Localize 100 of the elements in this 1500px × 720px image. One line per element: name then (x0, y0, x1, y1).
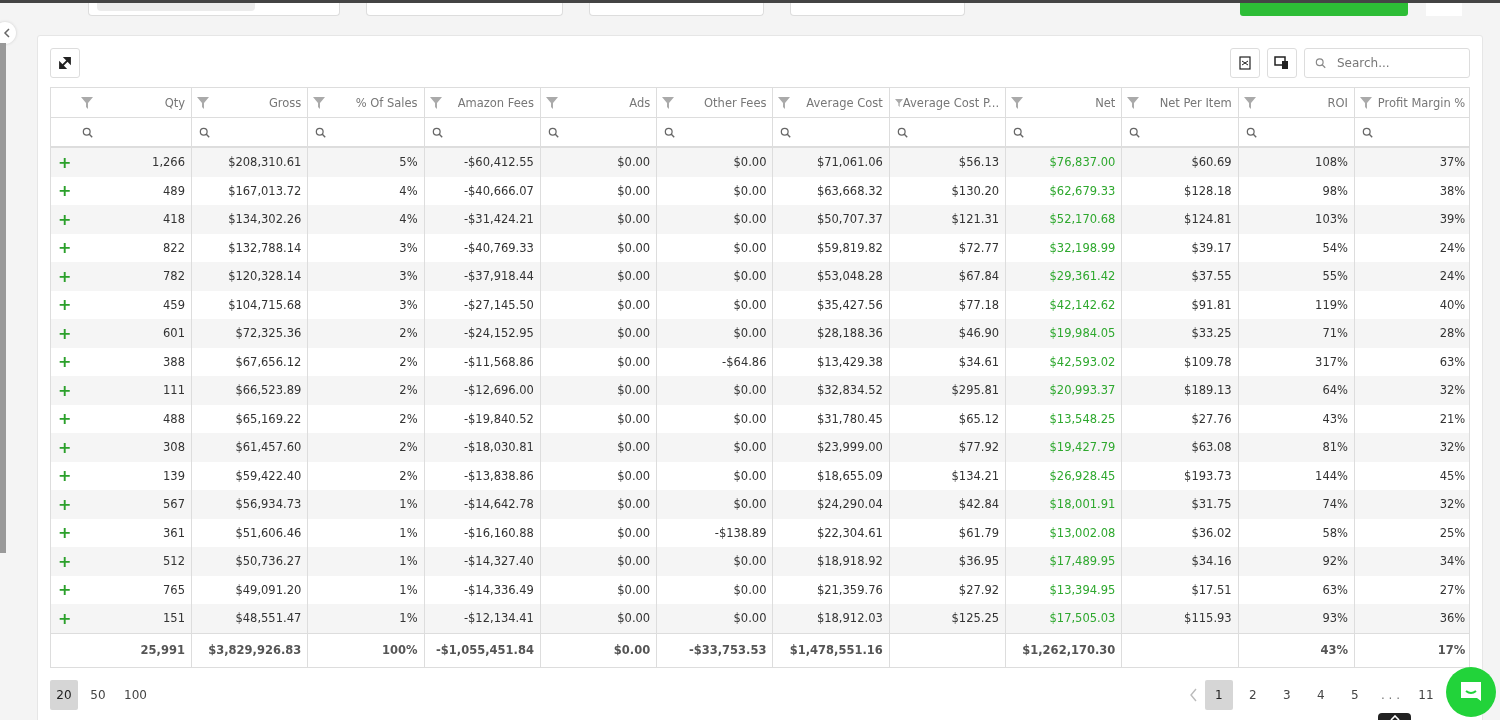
page-button[interactable]: 1 (1204, 679, 1233, 710)
search-icon[interactable] (199, 126, 210, 138)
search-icon[interactable] (1129, 126, 1141, 138)
table-cell: $50,707.37 (816, 212, 883, 227)
filter-icon[interactable] (313, 96, 326, 109)
table-cell: $130.20 (951, 183, 1000, 198)
expand-row-button[interactable]: + (58, 209, 72, 229)
columns-button[interactable] (1267, 48, 1297, 78)
column-header[interactable]: Gross (268, 95, 302, 110)
expand-row-button[interactable]: + (58, 494, 72, 514)
table-cell: 98% (1322, 183, 1348, 198)
total-cell: $1,262,170.30 (1022, 643, 1116, 657)
input-field[interactable] (790, 3, 965, 16)
search-icon[interactable] (1245, 126, 1257, 138)
filter-icon[interactable] (545, 96, 558, 109)
filter-icon[interactable] (1011, 96, 1024, 109)
table-cell: $20,993.37 (1049, 383, 1116, 398)
expand-row-button[interactable]: + (58, 380, 72, 400)
export-button[interactable] (1230, 48, 1260, 78)
page-button[interactable]: 4 (1306, 679, 1335, 710)
expand-row-button[interactable]: + (58, 352, 72, 372)
column-header[interactable]: Average Cost P... (902, 95, 1000, 110)
table-cell: $35,427.56 (816, 297, 883, 312)
filter-icon[interactable] (1359, 96, 1372, 109)
search-icon[interactable] (547, 126, 559, 138)
page-button[interactable]: 11 (1412, 679, 1440, 710)
filter-icon[interactable] (197, 96, 209, 109)
expand-row-button[interactable]: + (58, 409, 72, 429)
input-field[interactable] (88, 3, 340, 16)
expand-row-button[interactable]: + (58, 152, 72, 172)
page-size-button[interactable]: 20 (50, 679, 78, 710)
table-cell: 32% (1439, 440, 1466, 455)
expand-row-button[interactable]: + (58, 466, 72, 486)
filter-icon[interactable] (894, 96, 903, 109)
column-header[interactable]: Profit Margin % (1377, 95, 1466, 110)
column-header[interactable]: Ads (629, 95, 651, 110)
table-cell: 119% (1315, 297, 1348, 312)
filter-icon[interactable] (662, 96, 675, 109)
page-size-button[interactable]: 50 (84, 679, 112, 710)
column-header[interactable]: Net Per Item (1159, 95, 1232, 110)
table-cell: $72,325.36 (235, 326, 302, 341)
expand-row-button[interactable]: + (58, 295, 72, 315)
expand-row-button[interactable]: + (58, 323, 72, 343)
table-cell: 38% (1439, 183, 1466, 198)
expand-row-button[interactable]: + (58, 238, 72, 258)
column-header[interactable]: ROI (1327, 95, 1348, 110)
table-cell: $53,048.28 (816, 269, 883, 284)
table-cell: $0.00 (617, 411, 651, 426)
filter-icon[interactable] (778, 96, 791, 109)
input-field[interactable] (589, 3, 764, 16)
expand-row-button[interactable]: + (58, 181, 72, 201)
table-cell: $21,359.76 (816, 582, 883, 597)
expand-row-button[interactable]: + (58, 266, 72, 286)
filter-icon[interactable] (429, 96, 442, 109)
page-button[interactable]: 3 (1272, 679, 1301, 710)
table-cell: $77.92 (958, 440, 1000, 455)
search-icon[interactable] (315, 126, 327, 138)
total-cell: $3,829,926.83 (208, 643, 302, 657)
table-cell: $0.00 (733, 240, 767, 255)
page-button[interactable]: 5 (1340, 679, 1369, 710)
table-cell: $124.81 (1184, 212, 1232, 227)
search-field[interactable]: Search... (1304, 48, 1470, 78)
filter-icon[interactable] (1243, 96, 1256, 109)
search-icon[interactable] (1361, 126, 1373, 138)
table-cell: $76,837.00 (1049, 155, 1116, 170)
collapse-button[interactable] (0, 22, 16, 44)
expand-row-button[interactable]: + (58, 551, 72, 571)
column-header[interactable]: Other Fees (704, 95, 767, 110)
column-header[interactable]: Net (1095, 95, 1116, 110)
table-cell: $62,679.33 (1049, 183, 1116, 198)
input-field[interactable] (366, 3, 563, 16)
filter-icon[interactable] (81, 96, 93, 109)
column-header[interactable]: Amazon Fees (457, 95, 534, 110)
total-cell: 100% (382, 643, 418, 657)
table-cell: $132,788.14 (228, 240, 302, 255)
search-icon[interactable] (664, 126, 676, 138)
chevron-left-icon[interactable] (1188, 687, 1199, 702)
column-header[interactable]: Qty (164, 95, 185, 110)
column-header[interactable]: % Of Sales (355, 95, 418, 110)
expand-row-button[interactable]: + (58, 580, 72, 600)
table-cell: $28,188.36 (816, 326, 883, 341)
search-icon[interactable] (896, 126, 908, 138)
table-cell: 3% (399, 269, 418, 284)
expand-row-button[interactable]: + (58, 523, 72, 543)
column-header[interactable]: Average Cost (806, 95, 883, 110)
expand-button[interactable] (50, 48, 80, 78)
table-cell: 64% (1322, 383, 1348, 398)
page-button[interactable]: 2 (1238, 679, 1267, 710)
search-icon[interactable] (1013, 126, 1025, 138)
table-cell: 459 (163, 297, 185, 312)
chevron-left-icon (3, 28, 11, 38)
table-cell: $0.00 (733, 155, 767, 170)
expand-row-button[interactable]: + (58, 608, 72, 628)
filter-icon[interactable] (1127, 96, 1140, 109)
table-cell: 1% (399, 582, 418, 597)
search-icon[interactable] (431, 126, 443, 138)
search-icon[interactable] (82, 126, 93, 138)
page-size-button[interactable]: 100 (118, 679, 153, 710)
expand-row-button[interactable]: + (58, 437, 72, 457)
search-icon[interactable] (780, 126, 792, 138)
